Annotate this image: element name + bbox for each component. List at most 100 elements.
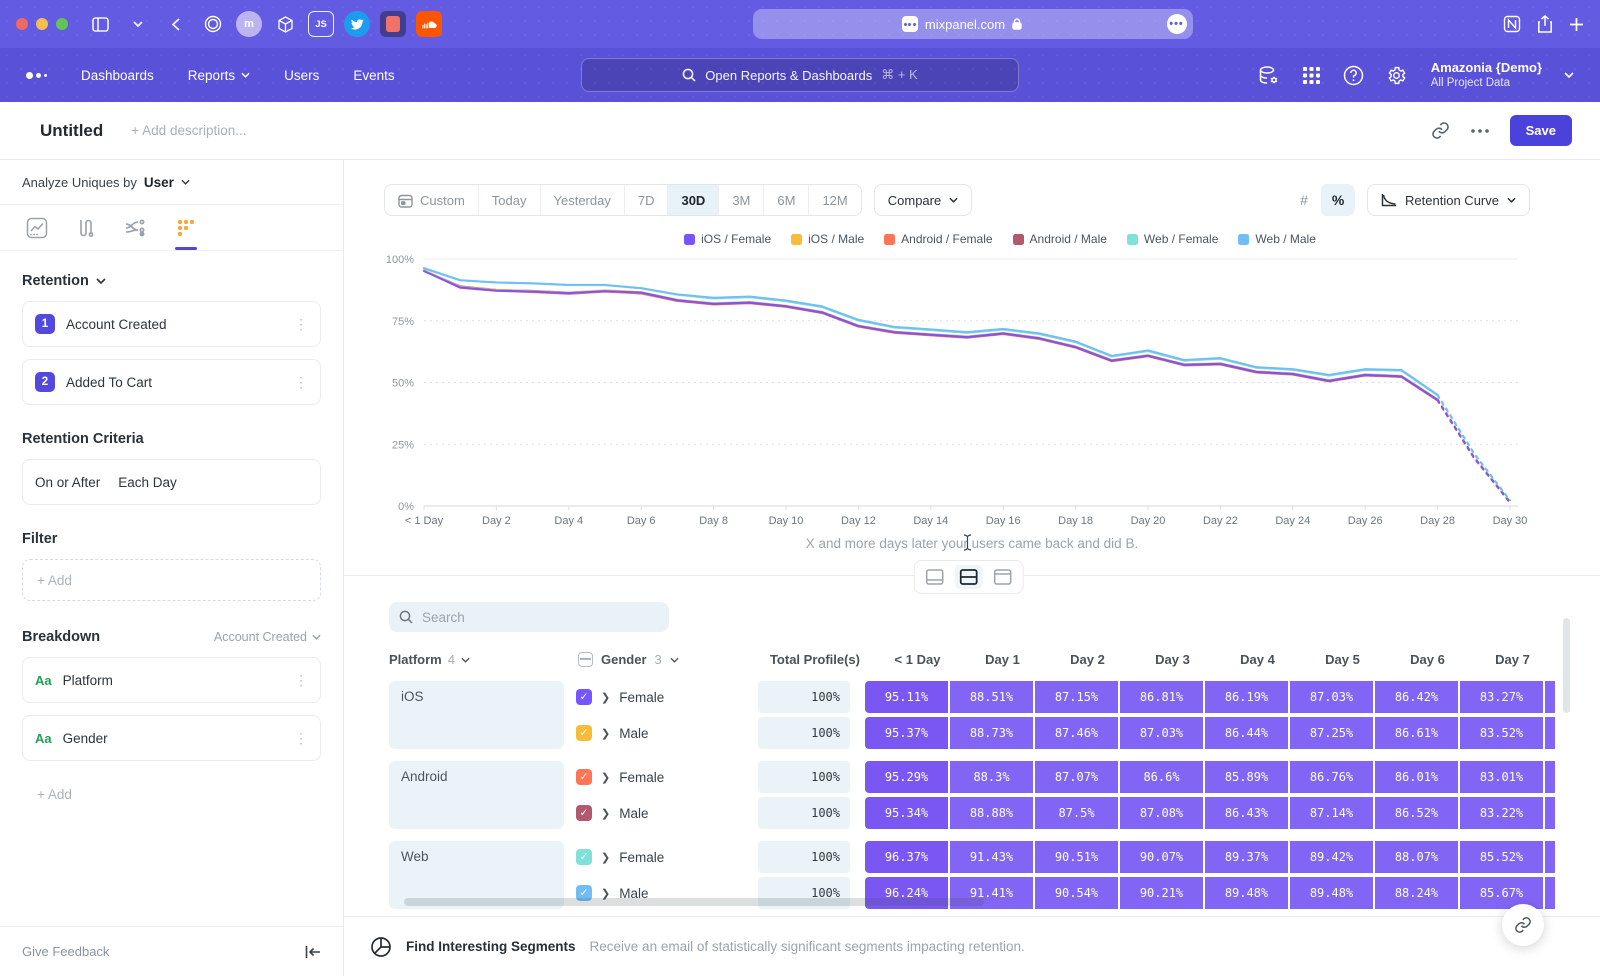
day-column-header[interactable]: Day 4 (1215, 652, 1300, 667)
data-management-icon[interactable] (1258, 65, 1280, 86)
retention-value-cell[interactable]: 87.14% (1290, 797, 1373, 829)
legend-item[interactable]: iOS / Female (684, 232, 771, 246)
breakdown-gender[interactable]: Aa Gender ⋮ (22, 715, 321, 761)
minimize-window-button[interactable] (36, 18, 48, 30)
retention-value-cell[interactable]: 90.54% (1035, 877, 1118, 909)
day-column-header[interactable]: Day 2 (1045, 652, 1130, 667)
retention-value-cell[interactable]: 87.46% (1035, 717, 1118, 749)
help-icon[interactable] (1343, 65, 1364, 86)
breakdown-scope-select[interactable]: Account Created (214, 630, 321, 644)
app-icon-m[interactable]: m (236, 11, 262, 37)
retention-value-cell[interactable]: 87.08% (1120, 797, 1203, 829)
nav-reports[interactable]: Reports (188, 68, 250, 83)
retention-value-cell[interactable]: 83.27% (1460, 681, 1543, 713)
chart-only-view-button[interactable] (921, 565, 949, 589)
expand-row-icon[interactable]: ❯ (601, 807, 610, 820)
retention-value-cell[interactable]: 90.21% (1120, 877, 1203, 909)
day-column-header[interactable]: Day 6 (1385, 652, 1470, 667)
app-icon-soundcloud[interactable] (416, 11, 442, 37)
retention-value-cell[interactable]: 86.43% (1205, 797, 1288, 829)
nav-events[interactable]: Events (353, 68, 394, 83)
tab-insights[interactable] (26, 205, 48, 250)
retention-value-cell[interactable]: 87.25% (1290, 717, 1373, 749)
kebab-menu-icon[interactable]: ⋮ (294, 316, 308, 333)
retention-value-cell[interactable]: 88.88% (950, 797, 1033, 829)
app-icon-js[interactable]: JS (308, 11, 334, 37)
date-range-3m[interactable]: 3M (719, 185, 764, 215)
absolute-numbers-toggle[interactable]: # (1287, 184, 1321, 216)
tab-flows[interactable] (124, 205, 148, 250)
split-view-button[interactable] (955, 565, 983, 589)
series-checkbox[interactable]: ✓ (576, 725, 592, 741)
zoom-window-button[interactable] (56, 18, 68, 30)
global-search[interactable]: Open Reports & Dashboards ⌘ + K (581, 58, 1019, 92)
day-column-header[interactable]: Day 5 (1300, 652, 1385, 667)
apps-grid-icon[interactable] (1302, 66, 1321, 85)
vertical-scrollbar[interactable] (1563, 618, 1570, 713)
percentage-toggle[interactable]: % (1321, 184, 1355, 216)
date-range-12m[interactable]: 12M (809, 185, 860, 215)
series-checkbox[interactable]: ✓ (576, 769, 592, 785)
retention-value-cell[interactable]: 95.34% (865, 797, 948, 829)
compare-button[interactable]: Compare (874, 184, 972, 216)
date-range-7d[interactable]: 7D (625, 185, 669, 215)
table-search-input[interactable]: Search (389, 602, 669, 632)
extensions-icon[interactable]: ••• (1167, 14, 1187, 34)
retention-value-cell[interactable]: 88.51% (950, 681, 1033, 713)
chevron-down-icon[interactable] (124, 11, 152, 37)
report-title[interactable]: Untitled (40, 121, 103, 141)
day-column-header[interactable]: Day 1 (960, 652, 1045, 667)
analyze-entity-select[interactable]: User (144, 175, 174, 190)
collapse-sidebar-icon[interactable] (305, 945, 321, 959)
series-checkbox[interactable]: ✓ (576, 805, 592, 821)
retention-value-cell[interactable]: 95.37% (865, 717, 948, 749)
day-column-header[interactable]: Day 7 (1470, 652, 1555, 667)
retention-value-cell[interactable]: 87.15% (1035, 681, 1118, 713)
platform-cell[interactable]: Android (389, 761, 564, 829)
day-column-header[interactable]: Day 3 (1130, 652, 1215, 667)
traffic-lights[interactable] (16, 18, 68, 30)
expand-row-icon[interactable]: ❯ (601, 771, 610, 784)
retention-value-cell[interactable]: 83.52% (1460, 717, 1543, 749)
date-range-custom[interactable]: Custom (385, 185, 479, 215)
legend-item[interactable]: Web / Female (1127, 232, 1218, 246)
new-tab-icon[interactable] (1569, 17, 1584, 32)
gender-cell[interactable]: ✓❯Male (568, 805, 758, 821)
share-icon[interactable] (1537, 15, 1553, 34)
find-segments-title[interactable]: Find Interesting Segments (406, 939, 576, 954)
day-column-header[interactable]: < 1 Day (875, 652, 960, 667)
gender-cell[interactable]: ✓❯Female (568, 769, 758, 785)
gender-column-header[interactable]: — Gender 3 (578, 652, 768, 667)
gender-cell[interactable]: ✓❯Female (568, 689, 758, 705)
expand-row-icon[interactable]: ❯ (601, 691, 610, 704)
retention-value-cell[interactable]: 86.6% (1120, 761, 1203, 793)
retention-value-cell[interactable]: 83.22% (1460, 797, 1543, 829)
app-icon-bird[interactable] (344, 11, 370, 37)
retention-step-2[interactable]: 2 Added To Cart ⋮ (22, 359, 321, 405)
chart-type-select[interactable]: Retention Curve (1367, 184, 1530, 216)
retention-value-cell[interactable]: 88.3% (950, 761, 1033, 793)
share-link-floating-button[interactable] (1502, 904, 1544, 946)
copy-link-icon[interactable] (1431, 121, 1450, 140)
retention-value-cell[interactable]: 90.07% (1120, 841, 1203, 873)
retention-value-cell[interactable]: 85.89% (1205, 761, 1288, 793)
expand-row-icon[interactable]: ❯ (601, 851, 610, 864)
kebab-menu-icon[interactable]: ⋮ (294, 672, 308, 689)
retention-value-cell[interactable]: 91.43% (950, 841, 1033, 873)
give-feedback-link[interactable]: Give Feedback (22, 944, 109, 959)
retention-value-cell[interactable]: 86.81% (1120, 681, 1203, 713)
retention-value-cell[interactable]: 88.73% (950, 717, 1033, 749)
total-profiles-header[interactable]: Total Profile(s) (768, 652, 860, 667)
retention-value-cell[interactable]: 87.03% (1120, 717, 1203, 749)
retention-section-header[interactable]: Retention (22, 273, 321, 289)
legend-item[interactable]: Android / Female (884, 232, 992, 246)
platform-column-header[interactable]: Platform 4 (389, 652, 578, 667)
date-range-today[interactable]: Today (479, 185, 541, 215)
retention-value-cell[interactable]: 87.03% (1290, 681, 1373, 713)
retention-value-cell[interactable]: 90.51% (1035, 841, 1118, 873)
series-checkbox[interactable]: ✓ (576, 849, 592, 865)
expand-row-icon[interactable]: ❯ (601, 727, 610, 740)
retention-value-cell[interactable]: 83.01% (1460, 761, 1543, 793)
table-only-view-button[interactable] (989, 565, 1017, 589)
retention-value-cell[interactable]: 87.5% (1035, 797, 1118, 829)
